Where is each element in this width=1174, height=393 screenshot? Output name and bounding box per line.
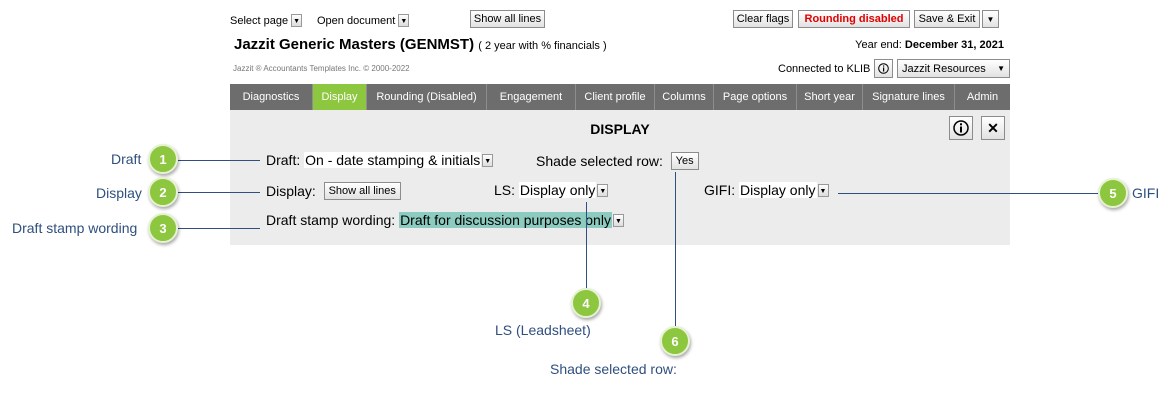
close-button[interactable]: ✕: [981, 116, 1005, 140]
callout-1: 1: [148, 144, 178, 174]
display-panel: DISPLAY ✕ Draft: On - date stamping & in…: [230, 110, 1010, 245]
year-end-value: December 31, 2021: [904, 39, 1004, 51]
tab-display[interactable]: Display: [313, 84, 367, 110]
callout-label-3: Draft stamp wording: [12, 220, 138, 236]
year-end: Year end: December 31, 2021: [855, 39, 1004, 51]
tab-signature-lines[interactable]: Signature lines: [863, 84, 955, 110]
open-document-label: Open document: [317, 14, 396, 27]
select-page-label: Select page: [230, 14, 289, 27]
tab-rounding[interactable]: Rounding (Disabled): [367, 84, 487, 110]
rounding-disabled-button[interactable]: Rounding disabled: [798, 10, 910, 28]
callout-line-1: [178, 160, 260, 161]
chevron-down-icon[interactable]: ▼: [817, 183, 829, 197]
document-title: Jazzit Generic Masters (GENMST): [234, 36, 475, 53]
callout-label-6: Shade selected row:: [550, 361, 677, 377]
clear-flags-button[interactable]: Clear flags: [733, 10, 793, 28]
tab-page-options[interactable]: Page options: [714, 84, 797, 110]
callout-label-4: LS (Leadsheet): [495, 322, 591, 338]
shade-selected-row-label: Shade selected row:: [536, 153, 663, 169]
jazzit-resources-label: Jazzit Resources: [902, 62, 986, 75]
draft-stamp-wording-select[interactable]: Draft for discussion purposes only: [399, 212, 612, 228]
tab-admin[interactable]: Admin: [955, 84, 1010, 110]
tab-client-profile[interactable]: Client profile: [576, 84, 655, 110]
save-exit-button[interactable]: Save & Exit: [914, 10, 980, 28]
open-document-dropdown[interactable]: Open document ▼: [317, 14, 410, 27]
connection-info-button[interactable]: [874, 59, 893, 78]
chevron-down-icon[interactable]: ▼: [291, 14, 303, 27]
chevron-down-icon[interactable]: ▼: [398, 14, 410, 27]
display-label: Display:: [266, 183, 316, 199]
chevron-down-icon: ▼: [986, 14, 995, 24]
gifi-label: GIFI:: [704, 182, 736, 198]
draft-stamp-wording-label: Draft stamp wording:: [266, 212, 396, 228]
select-page-dropdown[interactable]: Select page ▼: [230, 14, 303, 27]
info-icon: [878, 63, 889, 74]
callout-2: 2: [148, 177, 178, 207]
display-show-all-lines-button[interactable]: Show all lines: [323, 182, 401, 200]
draft-label: Draft:: [266, 152, 301, 168]
info-icon: [953, 120, 969, 136]
tab-bar: Diagnostics Display Rounding (Disabled) …: [230, 84, 1010, 110]
chevron-down-icon[interactable]: ▼: [482, 153, 494, 167]
connection-status: Connected to KLIB: [778, 63, 871, 75]
callout-line-6: [675, 172, 676, 326]
jazzit-resources-dropdown[interactable]: Jazzit Resources ▼: [897, 59, 1010, 78]
callout-label-1: Draft: [111, 151, 142, 167]
show-all-lines-button[interactable]: Show all lines: [470, 10, 545, 28]
help-button[interactable]: [949, 116, 973, 140]
callout-line-3: [178, 228, 260, 229]
callout-3: 3: [148, 213, 178, 243]
callout-line-4: [586, 202, 587, 288]
draft-select[interactable]: On - date stamping & initials: [304, 152, 482, 168]
tab-engagement[interactable]: Engagement: [487, 84, 576, 110]
callout-line-5: [838, 193, 1098, 194]
year-end-label: Year end:: [855, 39, 902, 51]
chevron-down-icon: ▼: [997, 64, 1005, 73]
gifi-select[interactable]: Display only: [739, 182, 817, 198]
close-icon: ✕: [987, 119, 999, 136]
callout-label-2: Display: [96, 185, 142, 201]
tab-columns[interactable]: Columns: [655, 84, 714, 110]
callout-label-5: GIFI: [1132, 185, 1160, 201]
display-field: Display: Show all lines: [266, 182, 401, 200]
ls-label: LS:: [494, 182, 516, 198]
save-options-dropdown[interactable]: ▼: [982, 10, 999, 28]
ls-select[interactable]: Display only: [518, 182, 597, 198]
callout-line-2: [178, 192, 260, 193]
callout-6: 6: [660, 326, 690, 356]
shade-selected-row-field: Shade selected row: Yes: [536, 152, 699, 170]
draft-field: Draft: On - date stamping & initials ▼: [266, 152, 494, 168]
chevron-down-icon[interactable]: ▼: [612, 213, 624, 227]
callout-4: 4: [571, 288, 601, 318]
callout-5: 5: [1098, 178, 1128, 208]
draft-stamp-wording-field: Draft stamp wording: Draft for discussio…: [266, 212, 624, 228]
ls-field: LS: Display only ▼: [494, 182, 609, 198]
tab-diagnostics[interactable]: Diagnostics: [230, 84, 313, 110]
gifi-field: GIFI: Display only ▼: [704, 182, 829, 198]
panel-title: DISPLAY: [590, 121, 650, 137]
chevron-down-icon[interactable]: ▼: [597, 183, 609, 197]
copyright-text: Jazzit ® Accountants Templates Inc. © 20…: [233, 64, 410, 73]
shade-selected-row-button[interactable]: Yes: [670, 152, 699, 170]
tab-short-year[interactable]: Short year: [797, 84, 863, 110]
page-title: Jazzit Generic Masters (GENMST) ( 2 year…: [234, 36, 607, 53]
document-subtitle: ( 2 year with % financials ): [478, 40, 607, 52]
